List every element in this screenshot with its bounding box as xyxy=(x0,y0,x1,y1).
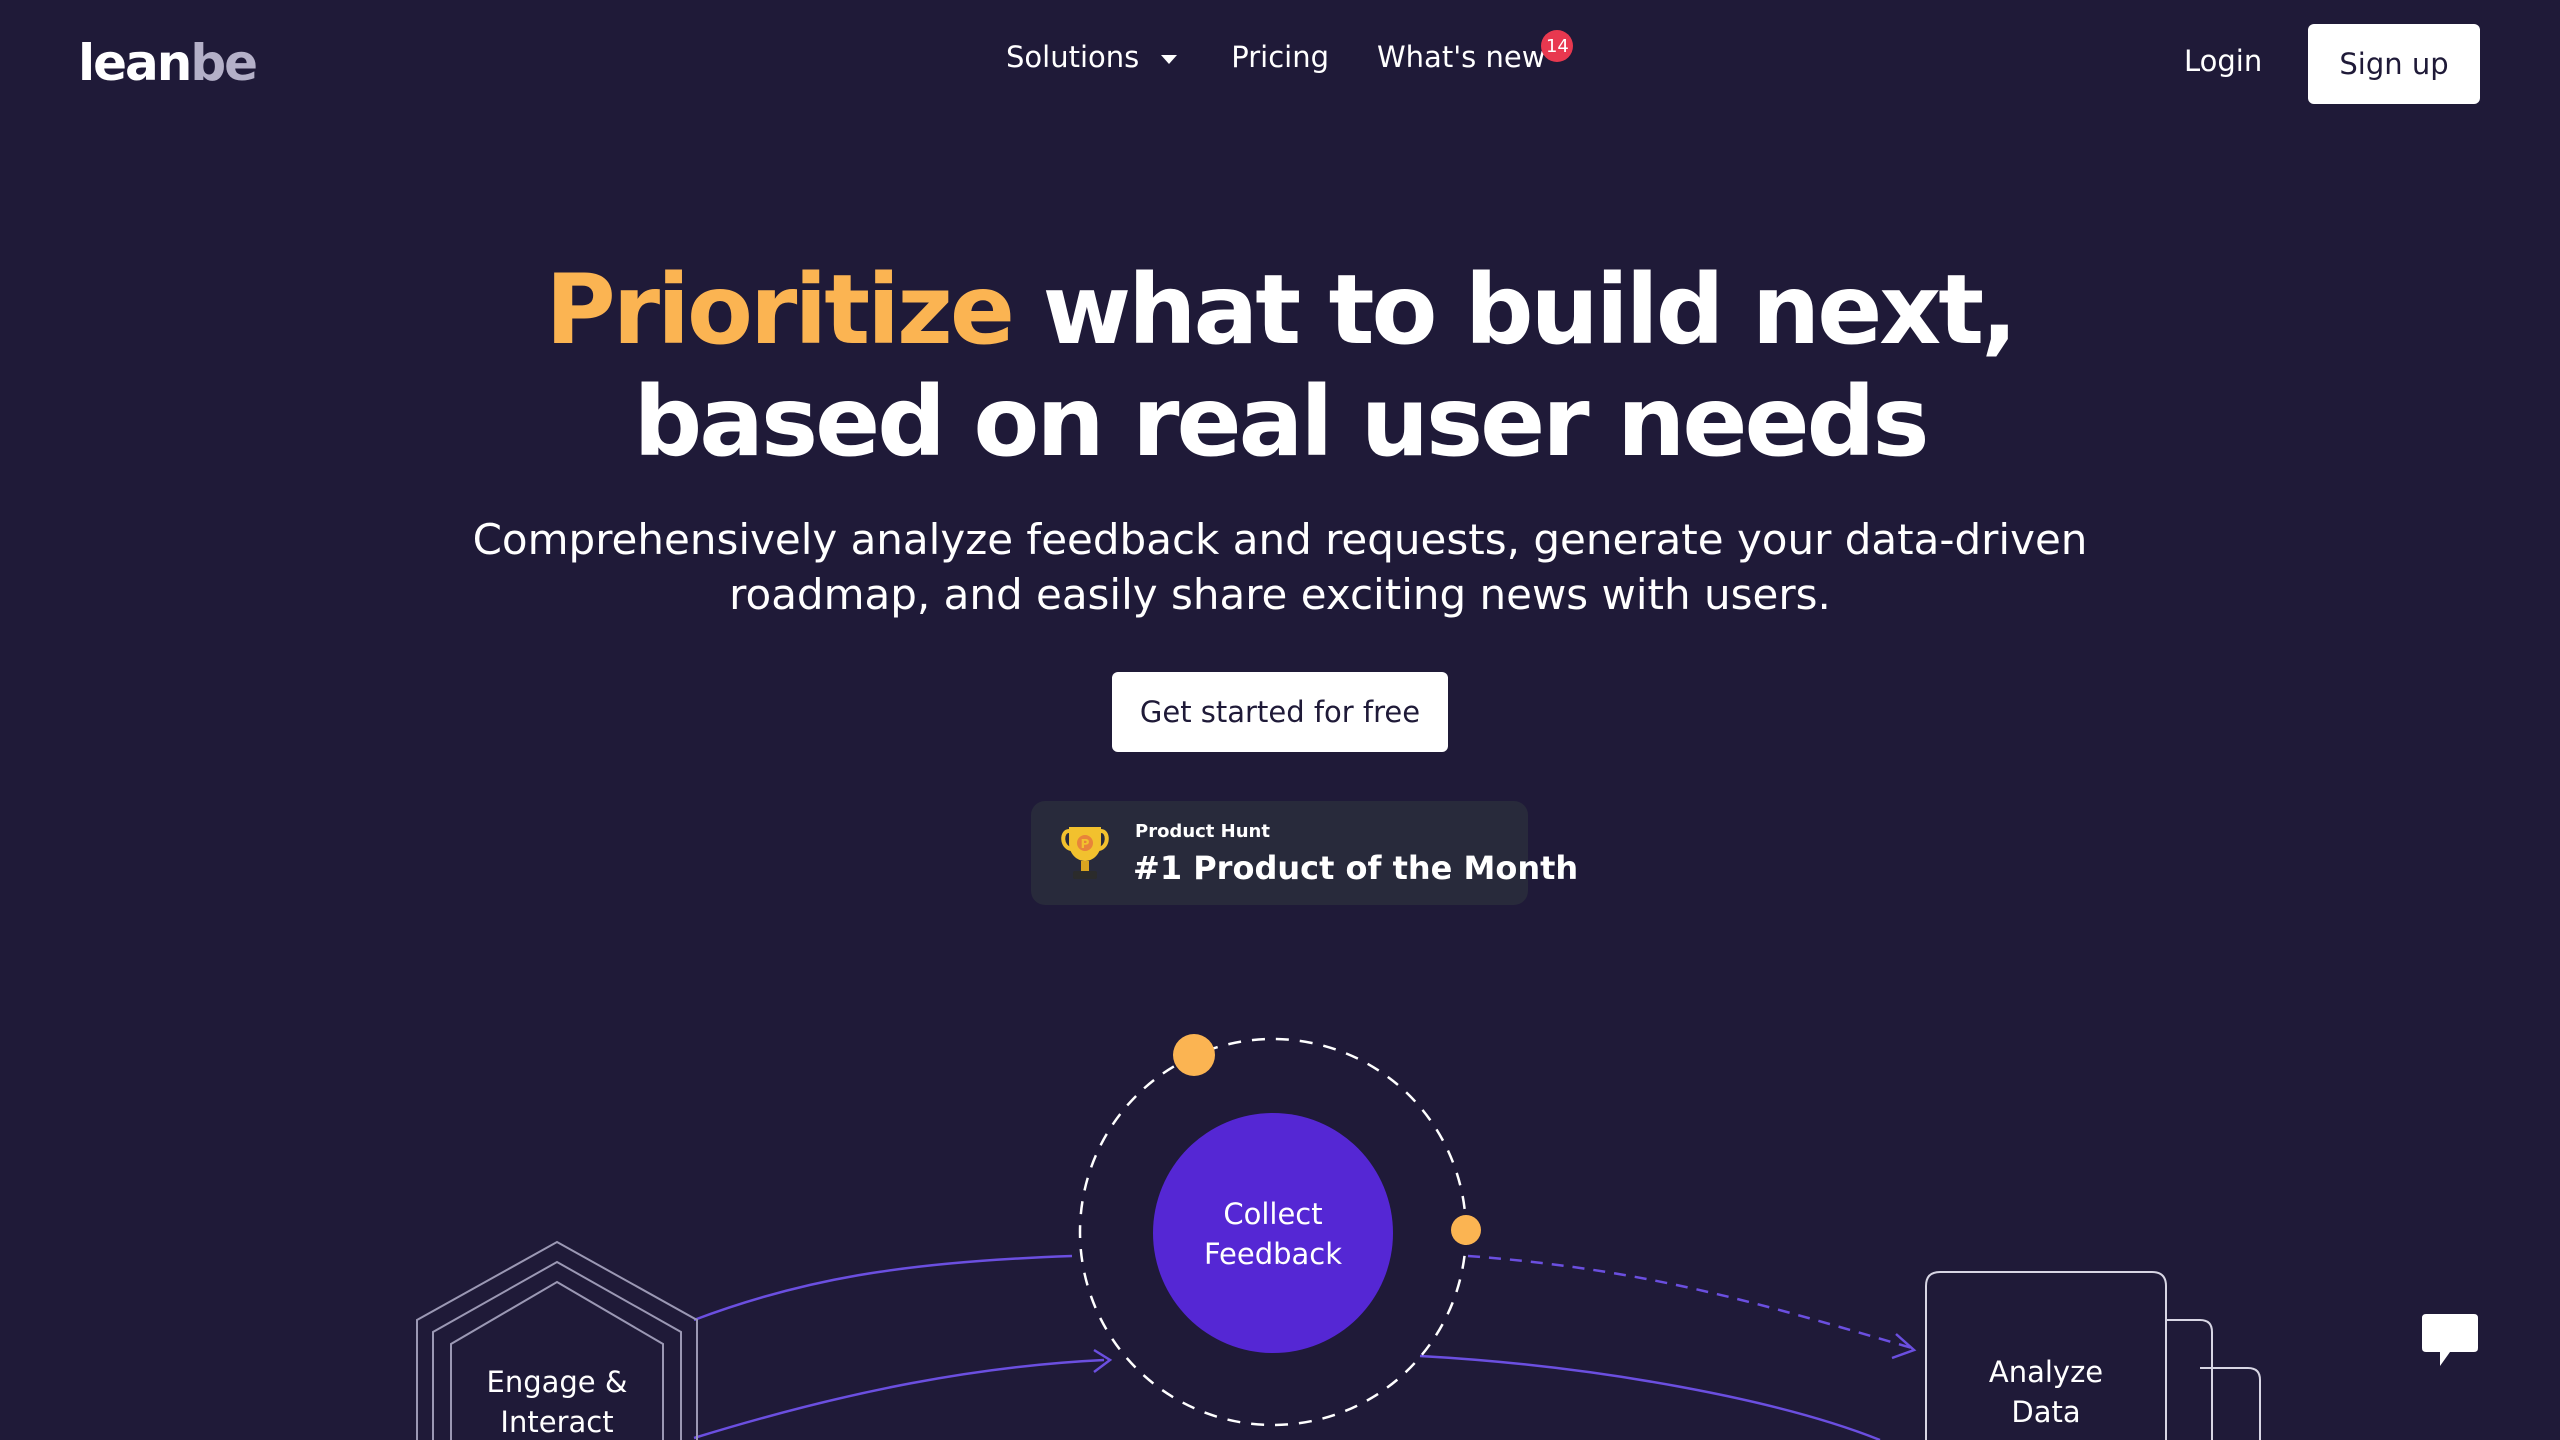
collect-label-line-2: Feedback xyxy=(1204,1237,1342,1271)
engage-label-line-1: Engage & xyxy=(487,1365,628,1399)
connector-line-dashed-right xyxy=(1467,1254,1913,1350)
chat-icon[interactable] xyxy=(2420,1312,2480,1368)
analyze-label-line-1: Analyze xyxy=(1989,1355,2103,1389)
page: leanbe Solutions Pricing What's new 14 L… xyxy=(0,0,2560,1440)
connector-line-bottom-right xyxy=(1419,1354,1881,1440)
orbit-dot-small xyxy=(1451,1215,1481,1245)
collect-feedback-circle xyxy=(1153,1113,1393,1353)
connector-line-top-left xyxy=(693,1254,1073,1322)
engage-label-line-2: Interact xyxy=(500,1405,613,1439)
orbit-dot-large xyxy=(1173,1034,1215,1076)
connector-line-bottom-left xyxy=(693,1358,1105,1440)
workflow-diagram: Collect Feedback Engage & Interact Analy… xyxy=(416,1034,2261,1440)
collect-label-line-1: Collect xyxy=(1223,1197,1322,1231)
analyze-label-line-2: Data xyxy=(2011,1395,2080,1429)
